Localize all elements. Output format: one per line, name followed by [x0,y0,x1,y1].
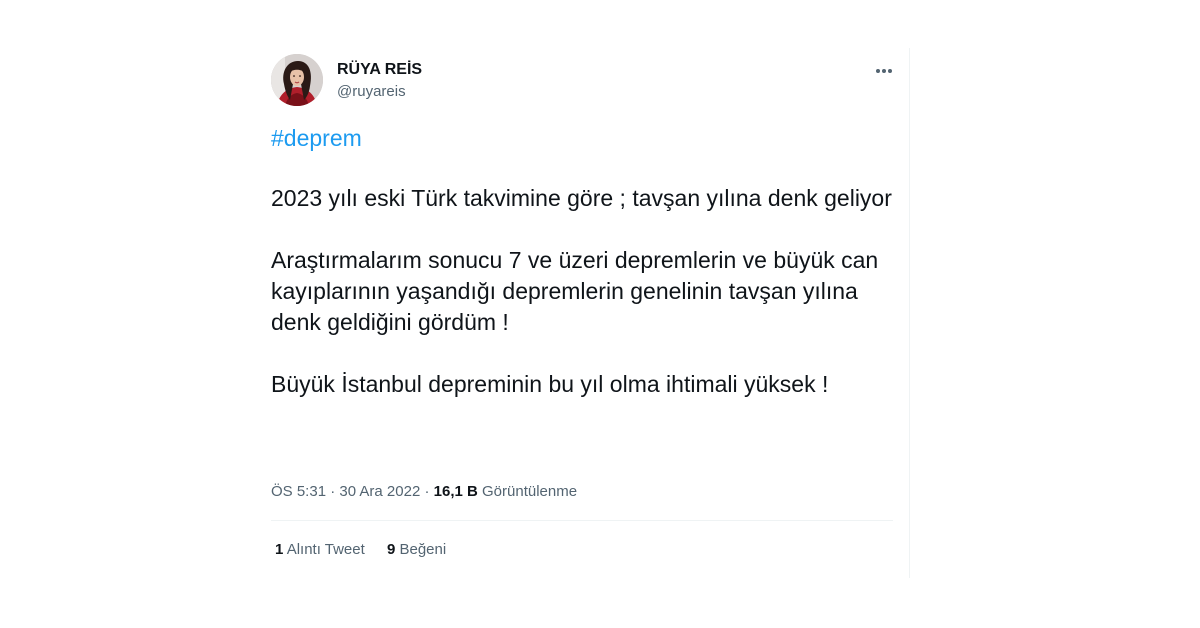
tweet-paragraph-1: 2023 yılı eski Türk takvimine göre ; tav… [271,185,892,211]
tweet-meta: ÖS 5:31 · 30 Ara 2022 · 16,1 B Görüntüle… [271,482,577,502]
tweet-header: RÜYA REİS @ruyareis [271,54,901,108]
tweet-text: #deprem 2023 yılı eski Türk takvimine gö… [271,123,896,400]
likes-link[interactable]: 9 Beğeni [387,540,446,560]
quote-tweets-link[interactable]: 1 Alıntı Tweet [275,540,365,560]
author-display-name[interactable]: RÜYA REİS [337,60,422,80]
tweet-time[interactable]: ÖS 5:31 [271,483,326,500]
tweet-date[interactable]: 30 Ara 2022 [339,483,420,500]
more-options-button[interactable] [867,56,901,86]
tweet-card: RÜYA REİS @ruyareis #deprem 2023 yılı es… [255,48,910,578]
like-label: Beğeni [399,541,447,558]
author-handle[interactable]: @ruyareis [337,82,422,102]
tweet-paragraph-2: Araştırmalarım sonucu 7 ve üzeri depreml… [271,247,885,335]
avatar-photo [271,54,323,106]
views-count: 16,1 B [433,483,478,500]
meta-separator: · [424,483,430,500]
tweet-paragraph-3: Büyük İstanbul depreminin bu yıl olma ih… [271,371,829,397]
views-label: Görüntülenme [482,483,578,500]
quote-count: 1 [275,541,284,558]
quote-label: Alıntı Tweet [286,541,365,558]
tweet-stats: 1 Alıntı Tweet 9 Beğeni [275,540,464,560]
like-count: 9 [386,541,396,558]
author-names: RÜYA REİS @ruyareis [337,60,422,102]
more-horizontal-icon [874,69,893,73]
hashtag-link[interactable]: #deprem [271,123,896,154]
meta-separator: · [330,483,336,500]
avatar[interactable] [271,54,323,106]
divider [271,520,893,521]
